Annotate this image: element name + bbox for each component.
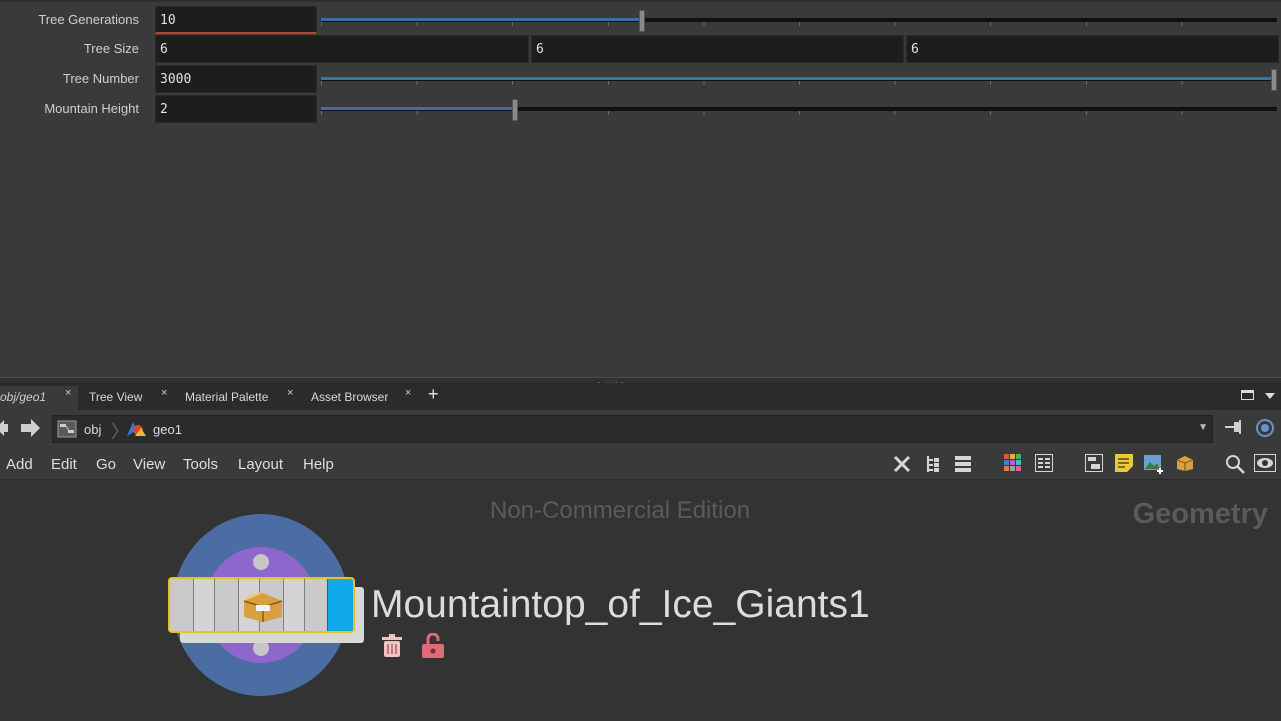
wrench-icon[interactable]	[891, 454, 913, 476]
image-icon[interactable]	[1143, 454, 1165, 476]
param-label: Tree Number	[62, 71, 139, 86]
mountain-height-slider[interactable]	[321, 99, 1277, 121]
tab-label: obj/geo1	[0, 390, 47, 404]
close-icon[interactable]: ×	[405, 387, 411, 399]
node-name-label[interactable]: Mountaintop_of_Ice_Giants1	[371, 583, 870, 627]
slider-handle[interactable]	[512, 99, 519, 121]
slider-fill	[321, 18, 640, 21]
slider-handle[interactable]	[639, 10, 646, 32]
tab-material-palette[interactable]: Material Palette	[185, 386, 285, 410]
unlock-badge-icon[interactable]	[420, 632, 444, 659]
close-icon[interactable]: ×	[65, 387, 71, 399]
slider-handle[interactable]	[1271, 69, 1277, 91]
tree-size-z-field[interactable]: 6	[906, 35, 1279, 63]
pane-menu-icon[interactable]	[1265, 389, 1275, 403]
tree-generations-field[interactable]: 10	[155, 6, 317, 34]
slider-ticks	[321, 111, 1277, 115]
network-menu-bar: Add Edit Go View Tools Layout Help	[0, 448, 1281, 480]
pane-tab-bar: obj/geo1 × Tree View × Material Palette …	[0, 383, 1281, 410]
menu-add[interactable]: Add	[6, 456, 33, 473]
parameter-pane: Tree Generations 10 Tree Size 6 6 6 Tree…	[0, 0, 1281, 378]
menu-help[interactable]: Help	[303, 456, 334, 473]
param-label: Tree Size	[83, 41, 139, 56]
asset-icon[interactable]	[1174, 454, 1196, 476]
param-row-tree-generations: Tree Generations 10	[0, 6, 1281, 34]
mountain-height-field[interactable]: 2	[155, 95, 317, 123]
forward-arrow-icon[interactable]	[20, 418, 40, 444]
slider-ticks	[321, 22, 1277, 26]
network-box-icon[interactable]	[1083, 454, 1105, 476]
pane-top-border	[0, 0, 1281, 2]
tree-number-field[interactable]: 3000	[155, 65, 317, 93]
geometry-node-icon	[125, 420, 146, 438]
pin-icon[interactable]	[1225, 418, 1245, 441]
tab-asset-browser[interactable]: Asset Browser	[311, 386, 401, 410]
maximize-pane-icon[interactable]	[1241, 389, 1254, 403]
param-row-mountain-height: Mountain Height 2	[0, 95, 1281, 123]
menu-edit[interactable]: Edit	[51, 456, 77, 473]
tab-tree-view[interactable]: Tree View	[89, 386, 159, 410]
list-icon[interactable]	[952, 454, 974, 476]
asset-box-icon	[240, 589, 286, 623]
menu-tools[interactable]: Tools	[183, 456, 218, 473]
back-arrow-icon[interactable]	[0, 418, 8, 444]
tab-label: Asset Browser	[311, 390, 389, 404]
display-flag[interactable]	[327, 579, 353, 631]
input-port[interactable]	[253, 554, 269, 570]
close-icon[interactable]: ×	[287, 387, 293, 399]
path-field[interactable]: obj 〉 geo1 ▼	[52, 415, 1213, 443]
param-label: Mountain Height	[44, 101, 139, 116]
add-tab-icon[interactable]: +	[428, 384, 439, 405]
trash-badge-icon[interactable]	[381, 633, 403, 659]
watermark-text: Non-Commercial Edition	[490, 497, 751, 524]
slider-ticks	[321, 81, 1277, 85]
param-row-tree-size: Tree Size 6 6 6	[0, 35, 1281, 63]
menu-layout[interactable]: Layout	[238, 456, 283, 473]
param-label: Tree Generations	[38, 12, 139, 27]
grid-icon[interactable]	[1033, 454, 1055, 476]
slider-fill	[321, 107, 513, 110]
path-dropdown-icon[interactable]: ▼	[1198, 422, 1208, 433]
network-path-bar: obj 〉 geo1 ▼	[0, 410, 1281, 448]
network-editor[interactable]: Non-Commercial Edition Geometry Mountain…	[0, 480, 1281, 721]
tree-size-y-field[interactable]: 6	[531, 35, 904, 63]
crumb-obj[interactable]: obj	[84, 422, 101, 437]
link-target-icon[interactable]	[1255, 418, 1275, 444]
tree-generations-slider[interactable]	[321, 10, 1277, 32]
houdini-window: Tree Generations 10 Tree Size 6 6 6 Tree…	[0, 0, 1281, 721]
network-icon	[57, 420, 77, 438]
menu-view[interactable]: View	[133, 456, 165, 473]
hda-node[interactable]	[168, 577, 355, 633]
tree-number-slider[interactable]	[321, 69, 1277, 91]
tree-icon[interactable]	[922, 454, 944, 476]
slider-fill	[321, 77, 1277, 80]
close-icon[interactable]: ×	[161, 387, 167, 399]
param-row-tree-number: Tree Number 3000	[0, 65, 1281, 93]
network-context-label: Geometry	[1132, 498, 1268, 530]
eye-icon[interactable]	[1254, 454, 1276, 476]
search-icon[interactable]	[1224, 454, 1246, 476]
tab-label: Tree View	[89, 390, 143, 404]
tree-size-x-field[interactable]: 6	[155, 35, 529, 63]
crumb-geo1[interactable]: geo1	[153, 422, 182, 437]
menu-go[interactable]: Go	[96, 456, 116, 473]
tab-label: Material Palette	[185, 390, 269, 404]
color-grid-icon[interactable]	[1002, 454, 1024, 476]
sticky-note-icon[interactable]	[1113, 454, 1135, 476]
